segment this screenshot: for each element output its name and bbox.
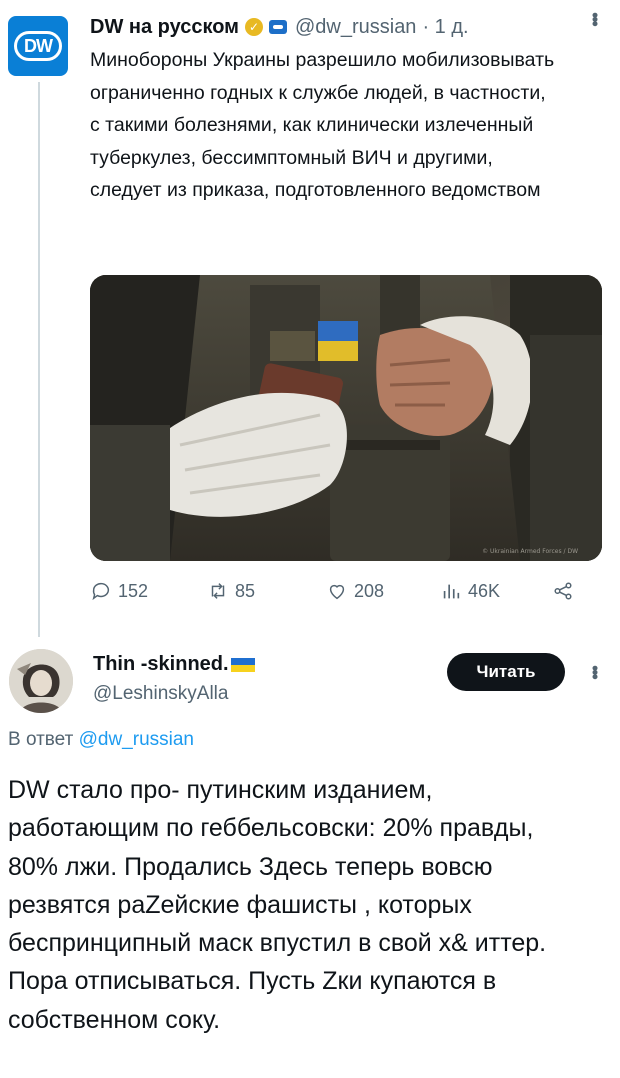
reply-to-handle-link[interactable]: @dw_russian bbox=[79, 729, 194, 750]
views-icon bbox=[443, 584, 460, 599]
tweet-header: DW на русском ✓ @dw_russian · 1 д. bbox=[90, 14, 469, 40]
reply-more-icon[interactable]: ••• bbox=[584, 665, 605, 678]
reply-tweet[interactable]: Thin -skinned. @LeshinskyAlla Читать •••… bbox=[0, 635, 620, 1078]
repost-icon bbox=[211, 583, 225, 599]
tweet-media-image[interactable]: © Ukrainian Armed Forces / DW bbox=[90, 275, 602, 561]
ukraine-flag-icon bbox=[230, 657, 255, 672]
dw-logo-text: DW bbox=[24, 35, 53, 56]
views-count: 46K bbox=[468, 580, 501, 601]
like-icon bbox=[329, 584, 345, 600]
reply-author-name: Thin -skinned. bbox=[93, 653, 229, 675]
share-icon bbox=[554, 582, 572, 600]
tweet-text: Минобороны Украины разрешило мобилизовыв… bbox=[90, 49, 555, 201]
reply-avatar-image bbox=[9, 649, 73, 713]
reply-handle[interactable]: @LeshinskyAlla bbox=[93, 683, 228, 705]
reply-avatar[interactable] bbox=[9, 649, 73, 713]
verified-badge-icon[interactable]: ✓ bbox=[244, 18, 263, 36]
dw-avatar[interactable]: DW bbox=[8, 16, 68, 76]
affiliate-badge-icon[interactable] bbox=[268, 20, 287, 34]
author-name[interactable]: DW на русском bbox=[90, 16, 239, 39]
repost-button[interactable]: 85 bbox=[207, 580, 255, 602]
tweet-time[interactable]: · 1 д. bbox=[422, 16, 468, 39]
more-icon[interactable]: ••• bbox=[584, 12, 605, 25]
like-count: 208 bbox=[354, 580, 385, 601]
follow-button[interactable]: Читать bbox=[447, 653, 565, 691]
repost-count: 85 bbox=[235, 580, 256, 601]
original-tweet[interactable]: DW DW на русском ✓ @dw_russian · 1 д. ••… bbox=[0, 0, 620, 637]
reply-to-line: В ответ @dw_russian bbox=[8, 729, 194, 751]
reply-to-prefix: В ответ bbox=[8, 729, 74, 750]
views-button[interactable]: 46K bbox=[440, 580, 500, 602]
tweet-actions: 152 85 208 46K bbox=[90, 580, 590, 610]
reply-button[interactable]: 152 bbox=[90, 580, 148, 602]
reply-text: DW стало про- путинским изданием, работа… bbox=[8, 776, 547, 1034]
photo-credit: © Ukrainian Armed Forces / DW bbox=[482, 548, 578, 555]
share-button[interactable] bbox=[552, 580, 574, 602]
reply-icon bbox=[92, 582, 110, 601]
reply-count: 152 bbox=[118, 580, 149, 601]
author-handle[interactable]: @dw_russian bbox=[295, 16, 416, 39]
like-button[interactable]: 208 bbox=[326, 580, 384, 602]
thread-line bbox=[38, 82, 40, 637]
soldier-photo: © Ukrainian Armed Forces / DW bbox=[90, 275, 602, 561]
reply-author[interactable]: Thin -skinned. bbox=[93, 653, 255, 676]
